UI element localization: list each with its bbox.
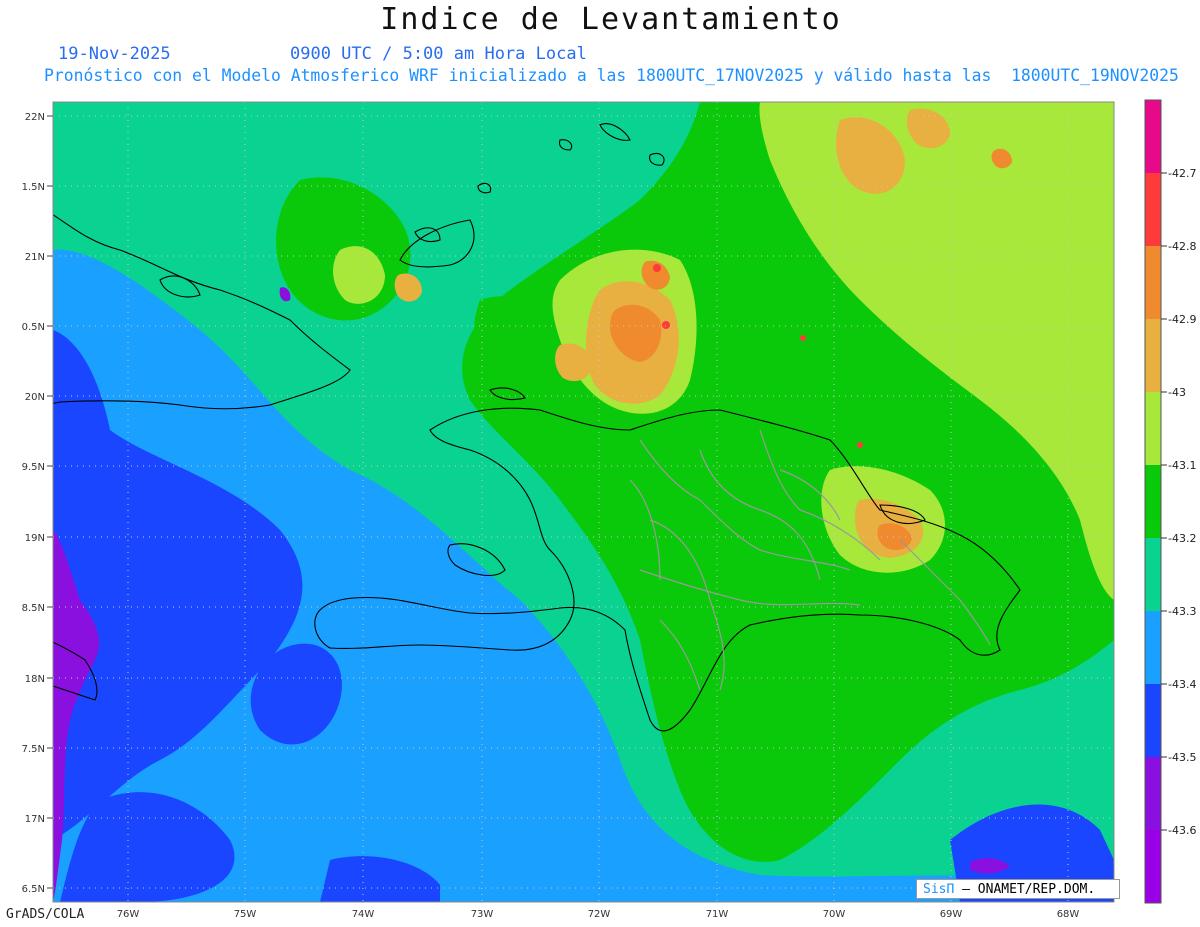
colorbar-swatch: [1145, 611, 1161, 684]
colorbar-swatch: [1145, 173, 1161, 246]
lon-label: 69W: [940, 909, 963, 920]
lat-label: 19N: [25, 533, 45, 544]
colorbar-swatch: [1145, 830, 1161, 903]
software-credit: GrADS/COLA: [6, 907, 85, 922]
lon-label: 73W: [471, 909, 494, 920]
lat-label: 17N: [25, 814, 45, 825]
colorbar-label: -43.4: [1168, 678, 1196, 691]
colorbar-label: -42.8: [1168, 240, 1196, 253]
colorbar-swatch: [1145, 319, 1161, 392]
colorbar-label: -43.1: [1168, 459, 1196, 472]
forecast-time: 0900 UTC / 5:00 am Hora Local: [290, 44, 587, 64]
lat-label: 22N: [25, 112, 45, 123]
colorbar-label: -43.5: [1168, 751, 1196, 764]
source-badge: SisΠ – ONAMET/REP.DOM.: [916, 879, 1120, 899]
lat-ticks: [47, 115, 53, 889]
colorbar-label: -43: [1168, 386, 1186, 399]
forecast-map: 22N 1.5N 21N 0.5N 20N 9.5N 19N 8.5N 18N …: [22, 99, 1196, 920]
lat-label: 7.5N: [22, 744, 45, 755]
colorbar-swatch: [1145, 465, 1161, 538]
lat-label: 8.5N: [22, 603, 45, 614]
lat-labels: 22N 1.5N 21N 0.5N 20N 9.5N 19N 8.5N 18N …: [22, 112, 45, 895]
lat-label: 1.5N: [22, 182, 45, 193]
colorbar-swatch: [1145, 392, 1161, 465]
forecast-date: 19-Nov-2025: [58, 44, 171, 64]
colorbar-label: -43.3: [1168, 605, 1196, 618]
lon-label: 68W: [1057, 909, 1080, 920]
colorbar-label: -42.9: [1168, 313, 1196, 326]
lon-label: 74W: [352, 909, 375, 920]
lat-label: 18N: [25, 674, 45, 685]
colorbar-swatch: [1145, 684, 1161, 757]
colorbar-label: -42.7: [1168, 167, 1196, 180]
lat-label: 6.5N: [22, 884, 45, 895]
model-description: Pronóstico con el Modelo Atmosferico WRF…: [44, 66, 1179, 85]
lat-label: 9.5N: [22, 462, 45, 473]
lifted-index-field: [53, 102, 1114, 902]
lat-label: 21N: [25, 252, 45, 263]
colorbar-label: -43.6: [1168, 824, 1196, 837]
lon-label: 70W: [823, 909, 846, 920]
lon-label: 71W: [706, 909, 729, 920]
colorbar-swatch: [1145, 246, 1161, 319]
lat-label: 0.5N: [22, 322, 45, 333]
colorbar-swatch: [1145, 757, 1161, 830]
lon-label: 75W: [234, 909, 257, 920]
colorbar-label: -43.2: [1168, 532, 1196, 545]
lon-labels: 76W 75W 74W 73W 72W 71W 70W 69W 68W: [117, 909, 1080, 920]
colorbar-swatch: [1145, 100, 1161, 173]
lat-label: 20N: [25, 392, 45, 403]
agency-text: – ONAMET/REP.DOM.: [962, 882, 1096, 897]
lon-label: 76W: [117, 909, 140, 920]
colorbar: -42.7 -42.8 -42.9 -43 -43.1 -43.2 -43.3 …: [1144, 99, 1196, 904]
map-title: Indice de Levantamiento: [380, 2, 842, 37]
lon-label: 72W: [588, 909, 611, 920]
colorbar-swatch: [1145, 538, 1161, 611]
sis-logo-text: SisΠ: [923, 882, 955, 897]
